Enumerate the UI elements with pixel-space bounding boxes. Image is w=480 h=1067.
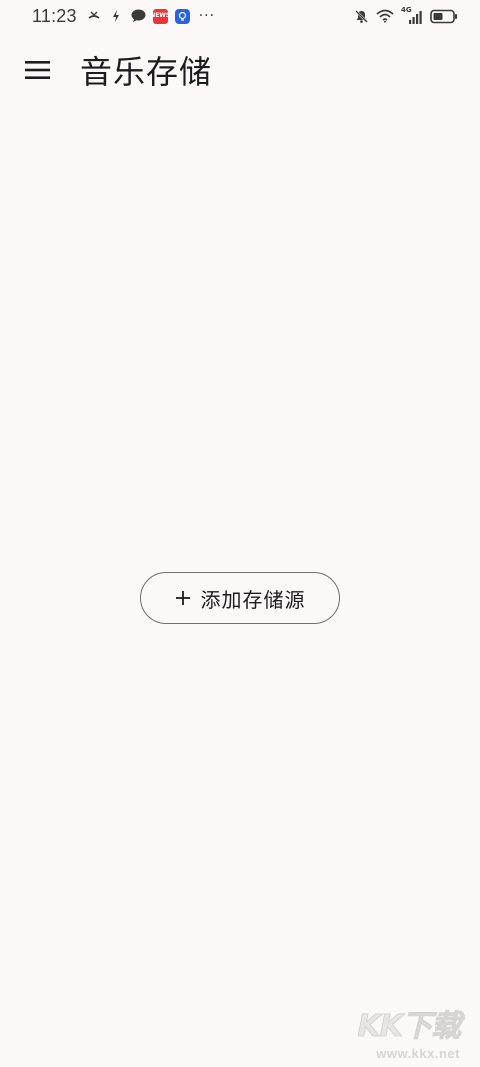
more-notifications-icon: ···	[198, 8, 216, 24]
chat-bubble-icon	[131, 9, 146, 24]
watermark-url: www.kkx.net	[376, 1046, 460, 1061]
status-bar: 11:23 NEWS ··· 4G	[0, 0, 480, 32]
status-left: 11:23 NEWS ···	[32, 6, 215, 27]
battery-icon	[430, 9, 458, 24]
assistant-app-icon	[174, 8, 190, 24]
status-time: 11:23	[32, 5, 77, 26]
add-storage-source-button[interactable]: 添加存储源	[140, 572, 340, 624]
news-app-icon: NEWS	[150, 8, 170, 24]
page-title: 音乐存储	[80, 53, 213, 91]
navigation-menu-button[interactable]	[14, 46, 62, 94]
plus-icon	[175, 590, 191, 606]
watermark-logo: KK下载	[357, 1009, 461, 1045]
watermark: KK下载 www.kkx.net	[344, 1001, 462, 1063]
add-storage-source-label: 添加存储源	[200, 587, 306, 612]
charging-icon	[109, 9, 124, 24]
missed-call-icon	[87, 9, 102, 24]
network-label: 4G	[401, 6, 412, 14]
mute-icon	[354, 9, 369, 24]
top-app-bar: 音乐存储	[0, 42, 480, 98]
wifi-icon	[376, 9, 394, 24]
status-right: 4G	[354, 6, 458, 24]
hamburger-menu-icon	[25, 61, 50, 79]
4g-signal-icon: 4G	[401, 6, 423, 24]
